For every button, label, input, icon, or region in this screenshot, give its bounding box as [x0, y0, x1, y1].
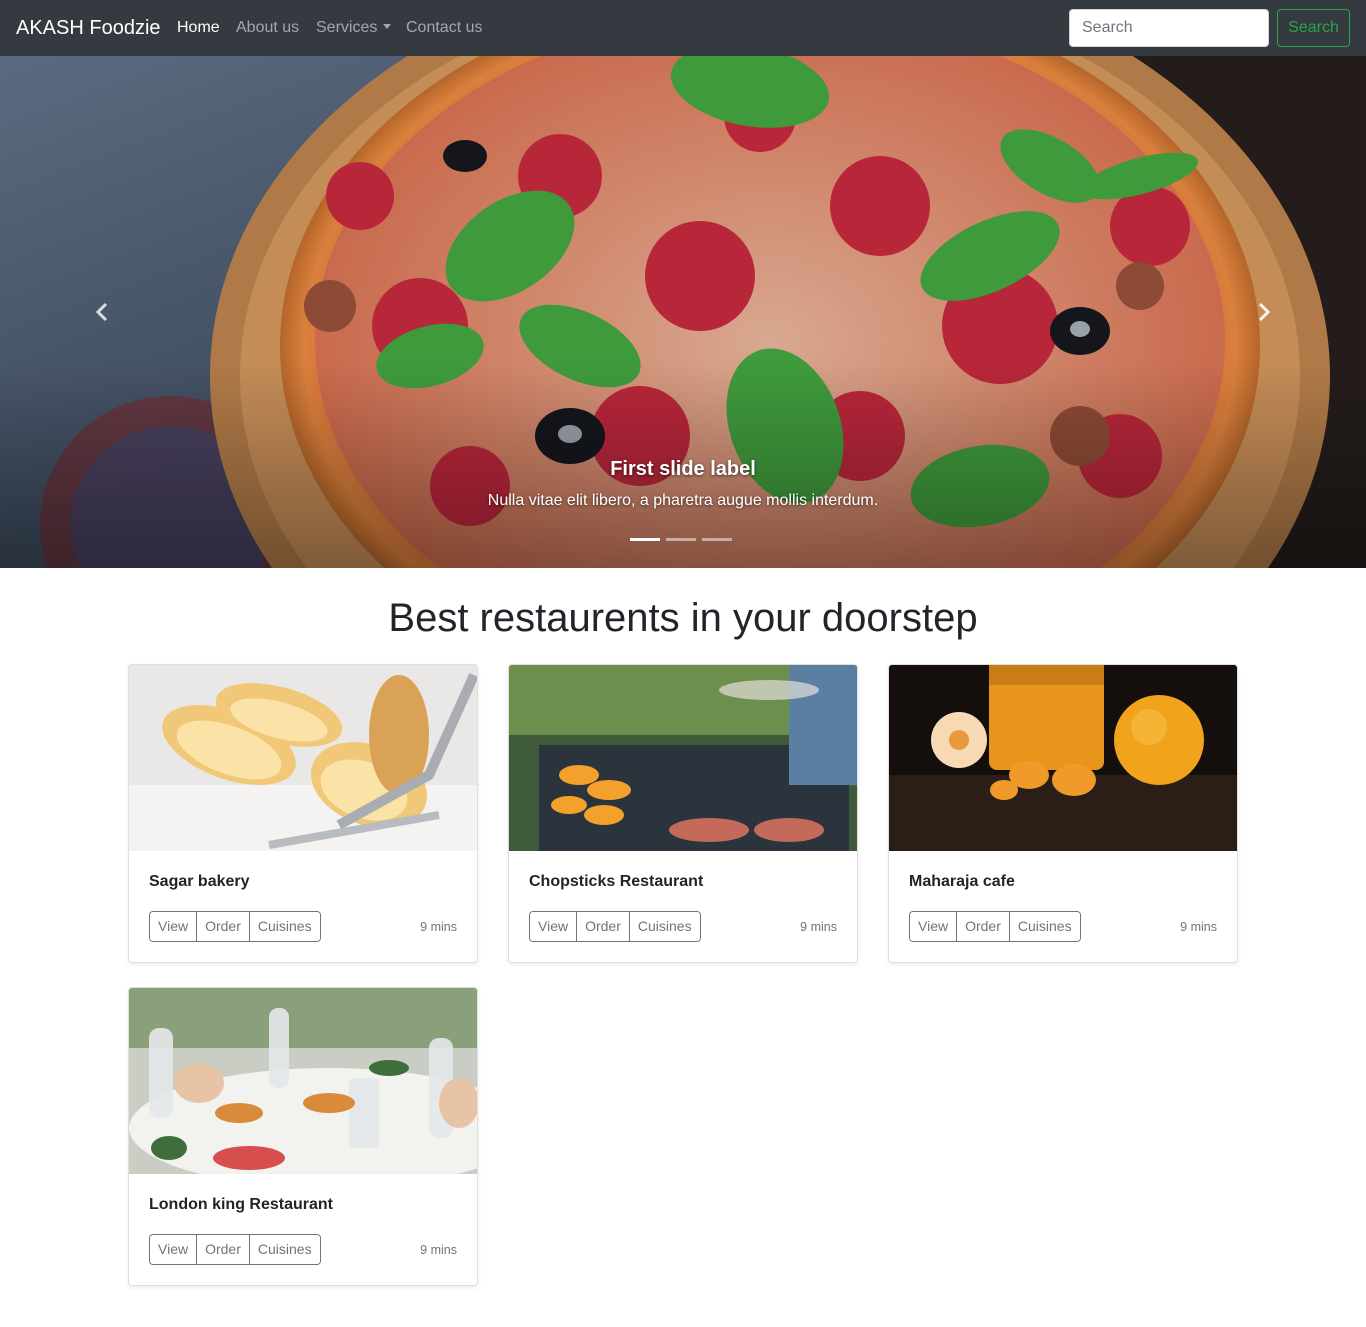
carousel-indicators [630, 538, 732, 541]
restaurant-name[interactable]: Sagar bakery [149, 873, 250, 891]
order-button[interactable]: Order [196, 912, 249, 941]
order-button[interactable]: Order [196, 1235, 249, 1264]
carousel-caption-text: Nulla vitae elit libero, a pharetra augu… [487, 492, 879, 509]
restaurant-image-cafe [889, 665, 1237, 851]
section-title: Best restaurents in your doorstep [388, 596, 978, 640]
restaurant-card: London king Restaurant View Order Cuisin… [128, 987, 478, 1286]
carousel-next-button[interactable] [1244, 296, 1284, 328]
nav-link-home[interactable]: Home [177, 18, 220, 38]
cuisines-button[interactable]: Cuisines [248, 1235, 320, 1264]
nav-services-label: Services [316, 19, 378, 36]
view-button[interactable]: View [150, 1235, 197, 1264]
restaurant-actions: View Order Cuisines [529, 911, 701, 942]
carousel-indicator-3[interactable] [702, 538, 732, 541]
restaurant-actions: View Order Cuisines [149, 1234, 321, 1265]
restaurant-card: Sagar bakery View Order Cuisines 9 mins [128, 664, 478, 963]
restaurant-name[interactable]: Maharaja cafe [909, 873, 1015, 891]
restaurant-card: Maharaja cafe View Order Cuisines 9 mins [888, 664, 1238, 963]
brand-logo[interactable]: AKASH Foodzie [16, 16, 161, 40]
carousel-indicator-2[interactable] [666, 538, 696, 541]
order-button[interactable]: Order [956, 912, 1009, 941]
delivery-time: 9 mins [420, 1243, 457, 1257]
restaurant-actions: View Order Cuisines [149, 911, 321, 942]
cuisines-button[interactable]: Cuisines [628, 912, 700, 941]
nav-link-about[interactable]: About us [236, 18, 299, 38]
caret-down-icon [383, 24, 392, 29]
view-button[interactable]: View [910, 912, 957, 941]
nav-link-contact[interactable]: Contact us [406, 18, 482, 38]
restaurant-name[interactable]: London king Restaurant [149, 1196, 333, 1214]
restaurant-image-dining [129, 988, 477, 1174]
hero-carousel: First slide label Nulla vitae elit liber… [0, 56, 1366, 568]
order-button[interactable]: Order [576, 912, 629, 941]
cuisines-button[interactable]: Cuisines [1008, 912, 1080, 941]
navbar: AKASH Foodzie Home About us Services Con… [0, 0, 1366, 56]
restaurant-actions: View Order Cuisines [909, 911, 1081, 942]
restaurant-image-grill [509, 665, 857, 851]
restaurant-name[interactable]: Chopsticks Restaurant [529, 873, 703, 891]
chevron-right-icon [1258, 302, 1271, 322]
carousel-indicator-1[interactable] [630, 538, 660, 541]
chevron-left-icon [95, 302, 108, 322]
restaurant-image-bakery [129, 665, 477, 851]
restaurant-card: Chopsticks Restaurant View Order Cuisine… [508, 664, 858, 963]
carousel-caption-title: First slide label [610, 458, 756, 480]
delivery-time: 9 mins [800, 920, 837, 934]
search-input[interactable] [1069, 9, 1269, 47]
view-button[interactable]: View [530, 912, 577, 941]
cuisines-button[interactable]: Cuisines [248, 912, 320, 941]
delivery-time: 9 mins [420, 920, 457, 934]
view-button[interactable]: View [150, 912, 197, 941]
carousel-prev-button[interactable] [82, 296, 122, 328]
delivery-time: 9 mins [1180, 920, 1217, 934]
search-button[interactable]: Search [1277, 9, 1350, 47]
nav-dropdown-services[interactable]: Services [316, 18, 392, 38]
